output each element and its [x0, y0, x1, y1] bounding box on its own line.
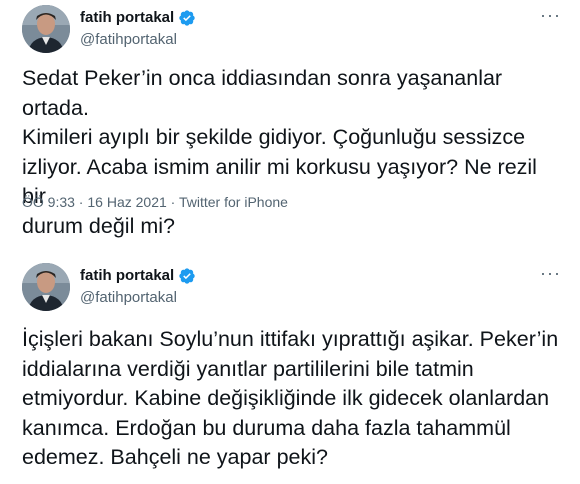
tweet-screenshot: fatih portakal @fatihportakal ··· Sedat …	[0, 0, 580, 484]
name-row: fatih portakal	[80, 8, 196, 28]
display-name[interactable]: fatih portakal	[80, 266, 174, 286]
handle[interactable]: @fatihportakal	[80, 30, 177, 50]
more-options-icon[interactable]: ···	[540, 264, 560, 286]
verified-badge-icon	[178, 9, 196, 27]
tweet-text: Sedat Peker’in onca iddiasından sonra ya…	[22, 66, 537, 238]
more-options-icon[interactable]: ···	[540, 6, 560, 28]
meta-separator: ·	[166, 194, 179, 210]
tweet-text: İçişleri bakanı Soylu’nun ittifakı yıpra…	[22, 327, 559, 469]
avatar-image	[22, 263, 70, 311]
tweet-meta: ÖÖ 9:33 · 16 Haz 2021 · Twitter for iPho…	[22, 192, 288, 212]
avatar[interactable]	[22, 263, 70, 311]
meta-separator: ·	[74, 194, 88, 210]
avatar-image	[22, 5, 70, 53]
name-row: fatih portakal	[80, 266, 196, 286]
verified-badge-icon	[178, 267, 196, 285]
tweet-source-link[interactable]: Twitter for iPhone	[179, 194, 288, 210]
display-name[interactable]: fatih portakal	[80, 8, 174, 28]
avatar[interactable]	[22, 5, 70, 53]
handle[interactable]: @fatihportakal	[80, 288, 177, 308]
tweet-date-link[interactable]: 16 Haz 2021	[87, 194, 166, 210]
tweet-time-link[interactable]: ÖÖ 9:33	[22, 194, 75, 210]
